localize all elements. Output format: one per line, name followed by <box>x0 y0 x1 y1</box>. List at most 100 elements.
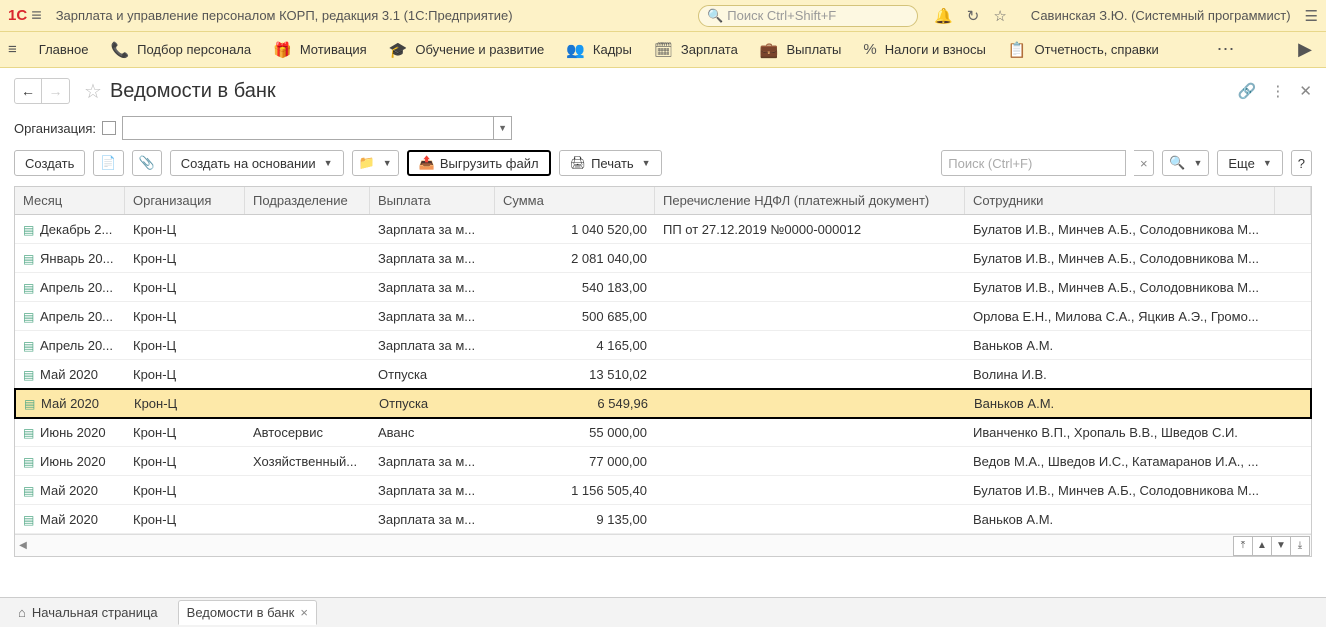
favorite-star-icon[interactable]: ☆ <box>84 79 102 104</box>
star-icon[interactable]: ☆ <box>993 7 1006 25</box>
search-placeholder: Поиск Ctrl+Shift+F <box>727 8 836 23</box>
folder-button[interactable]: 📁▼ <box>352 150 399 176</box>
create-button[interactable]: Создать <box>14 150 85 176</box>
user-name[interactable]: Савинская З.Ю. (Системный программист) <box>1031 8 1291 23</box>
cell-sum: 540 183,00 <box>495 280 655 295</box>
sort-top-button[interactable]: ⤒ <box>1233 536 1253 556</box>
cell-month: ▤Декабрь 2... <box>15 222 125 237</box>
sort-down-button[interactable]: ▼ <box>1271 536 1291 556</box>
bell-icon[interactable]: 🔔 <box>934 7 953 25</box>
toolbar: Создать 📄 📎 Создать на основании▼ 📁▼ 📤Вы… <box>0 146 1326 186</box>
menu-next-icon[interactable]: ▶ <box>1292 39 1318 60</box>
cell-sum: 1 156 505,40 <box>495 483 655 498</box>
cell-month: ▤Апрель 20... <box>15 309 125 324</box>
menu-reports[interactable]: 📋Отчетность, справки <box>1008 41 1159 59</box>
cell-month: ▤Май 2020 <box>15 512 125 527</box>
print-button[interactable]: 🖨Печать▼ <box>559 150 662 176</box>
table-row[interactable]: ▤Май 2020Крон-ЦОтпуска6 549,96Ваньков А.… <box>14 388 1312 419</box>
sort-bottom-button[interactable]: ⤓ <box>1290 536 1310 556</box>
clear-search-button[interactable]: × <box>1134 150 1154 176</box>
settings-icon[interactable]: ☰ <box>1305 7 1318 25</box>
table-row[interactable]: ▤Апрель 20...Крон-ЦЗарплата за м...4 165… <box>15 331 1311 360</box>
document-icon: ▤ <box>23 252 37 266</box>
menu-icon[interactable]: ≡ <box>31 5 42 26</box>
cell-month: ▤Май 2020 <box>15 367 125 382</box>
col-ndfl[interactable]: Перечисление НДФЛ (платежный документ) <box>655 187 965 214</box>
col-sum[interactable]: Сумма <box>495 187 655 214</box>
copy-button[interactable]: 📄 <box>93 150 123 176</box>
menu-training[interactable]: 🎓Обучение и развитие <box>389 41 545 59</box>
attach-button[interactable]: 📎 <box>132 150 162 176</box>
menu-hr[interactable]: 👥Кадры <box>566 41 632 59</box>
nav-forward-button[interactable]: → <box>42 78 70 104</box>
close-icon[interactable]: ✕ <box>1299 82 1312 100</box>
page-title: Ведомости в банк <box>110 80 276 103</box>
cell-emp: Волина И.В. <box>965 367 1275 382</box>
app-title: Зарплата и управление персоналом КОРП, р… <box>56 8 513 23</box>
bottom-tabs: ⌂Начальная страница Ведомости в банк× <box>0 597 1326 627</box>
table-row[interactable]: ▤Май 2020Крон-ЦОтпуска13 510,02Волина И.… <box>15 360 1311 389</box>
cell-payment: Зарплата за м... <box>370 454 495 469</box>
col-month[interactable]: Месяц <box>15 187 125 214</box>
cell-sum: 1 040 520,00 <box>495 222 655 237</box>
data-table: Месяц Организация Подразделение Выплата … <box>14 186 1312 557</box>
menu-more-icon[interactable]: ⋯ <box>1210 39 1240 60</box>
sort-buttons: ⤒ ▲ ▼ ⤓ <box>1234 536 1310 556</box>
table-row[interactable]: ▤Январь 20...Крон-ЦЗарплата за м...2 081… <box>15 244 1311 273</box>
history-icon[interactable]: ↻ <box>967 7 980 25</box>
cell-org: Крон-Ц <box>125 454 245 469</box>
global-search[interactable]: 🔍 Поиск Ctrl+Shift+F <box>698 5 918 27</box>
col-extra[interactable] <box>1275 187 1311 214</box>
org-select[interactable]: ▼ <box>122 116 512 140</box>
table-row[interactable]: ▤Декабрь 2...Крон-ЦЗарплата за м...1 040… <box>15 215 1311 244</box>
menu-main[interactable]: Главное <box>39 42 89 57</box>
table-row[interactable]: ▤Июнь 2020Крон-ЦХозяйственный...Зарплата… <box>15 447 1311 476</box>
tab-close-icon[interactable]: × <box>300 605 308 620</box>
list-search-input[interactable]: Поиск (Ctrl+F) <box>941 150 1126 176</box>
org-label: Организация: <box>14 121 96 136</box>
cell-month: ▤Июнь 2020 <box>15 425 125 440</box>
cell-emp: Иванченко В.П., Хропаль В.В., Шведов С.И… <box>965 425 1275 440</box>
help-button[interactable]: ? <box>1291 150 1312 176</box>
export-file-button[interactable]: 📤Выгрузить файл <box>407 150 551 176</box>
menu-recruit[interactable]: 📞Подбор персонала <box>110 41 251 59</box>
menu-motivation[interactable]: 🎁Мотивация <box>273 41 367 59</box>
create-based-button[interactable]: Создать на основании▼ <box>170 150 344 176</box>
col-payment[interactable]: Выплата <box>370 187 495 214</box>
menu-toggle-icon[interactable]: ≡ <box>8 41 17 58</box>
org-checkbox[interactable] <box>102 121 116 135</box>
chevron-down-icon: ▼ <box>324 158 333 168</box>
chevron-down-icon: ▼ <box>383 158 392 168</box>
sort-up-button[interactable]: ▲ <box>1252 536 1272 556</box>
tab-current[interactable]: Ведомости в банк× <box>178 600 317 625</box>
cell-payment: Зарплата за м... <box>370 280 495 295</box>
col-dept[interactable]: Подразделение <box>245 187 370 214</box>
cell-sum: 2 081 040,00 <box>495 251 655 266</box>
search-icon: 🔍 <box>1169 155 1185 171</box>
cell-org: Крон-Ц <box>125 309 245 324</box>
cell-payment: Зарплата за м... <box>370 483 495 498</box>
menu-taxes[interactable]: %Налоги и взносы <box>863 41 985 58</box>
more-button[interactable]: Еще▼ <box>1217 150 1282 176</box>
nav-back-button[interactable]: ← <box>14 78 42 104</box>
menu-salary[interactable]: 🗓Зарплата <box>654 41 738 59</box>
table-row[interactable]: ▤Апрель 20...Крон-ЦЗарплата за м...500 6… <box>15 302 1311 331</box>
table-row[interactable]: ▤Май 2020Крон-ЦЗарплата за м...9 135,00В… <box>15 505 1311 534</box>
table-row[interactable]: ▤Апрель 20...Крон-ЦЗарплата за м...540 1… <box>15 273 1311 302</box>
tab-home[interactable]: ⌂Начальная страница <box>10 601 166 624</box>
link-icon[interactable]: 🔗 <box>1238 82 1257 100</box>
col-org[interactable]: Организация <box>125 187 245 214</box>
table-row[interactable]: ▤Май 2020Крон-ЦЗарплата за м...1 156 505… <box>15 476 1311 505</box>
scroll-left-icon[interactable]: ◀ <box>15 540 31 551</box>
kebab-icon[interactable]: ⋮ <box>1270 82 1285 100</box>
document-icon: ▤ <box>23 310 37 324</box>
find-button[interactable]: 🔍▼ <box>1162 150 1209 176</box>
table-row[interactable]: ▤Июнь 2020Крон-ЦАвтосервисАванс55 000,00… <box>15 418 1311 447</box>
cell-payment: Зарплата за м... <box>370 309 495 324</box>
filter-row: Организация: ▼ <box>0 110 1326 146</box>
cell-month: ▤Май 2020 <box>16 396 126 411</box>
menu-payments[interactable]: 💼Выплаты <box>760 41 842 59</box>
col-employees[interactable]: Сотрудники <box>965 187 1275 214</box>
cell-org: Крон-Ц <box>125 512 245 527</box>
clip-icon: 📎 <box>139 155 155 171</box>
